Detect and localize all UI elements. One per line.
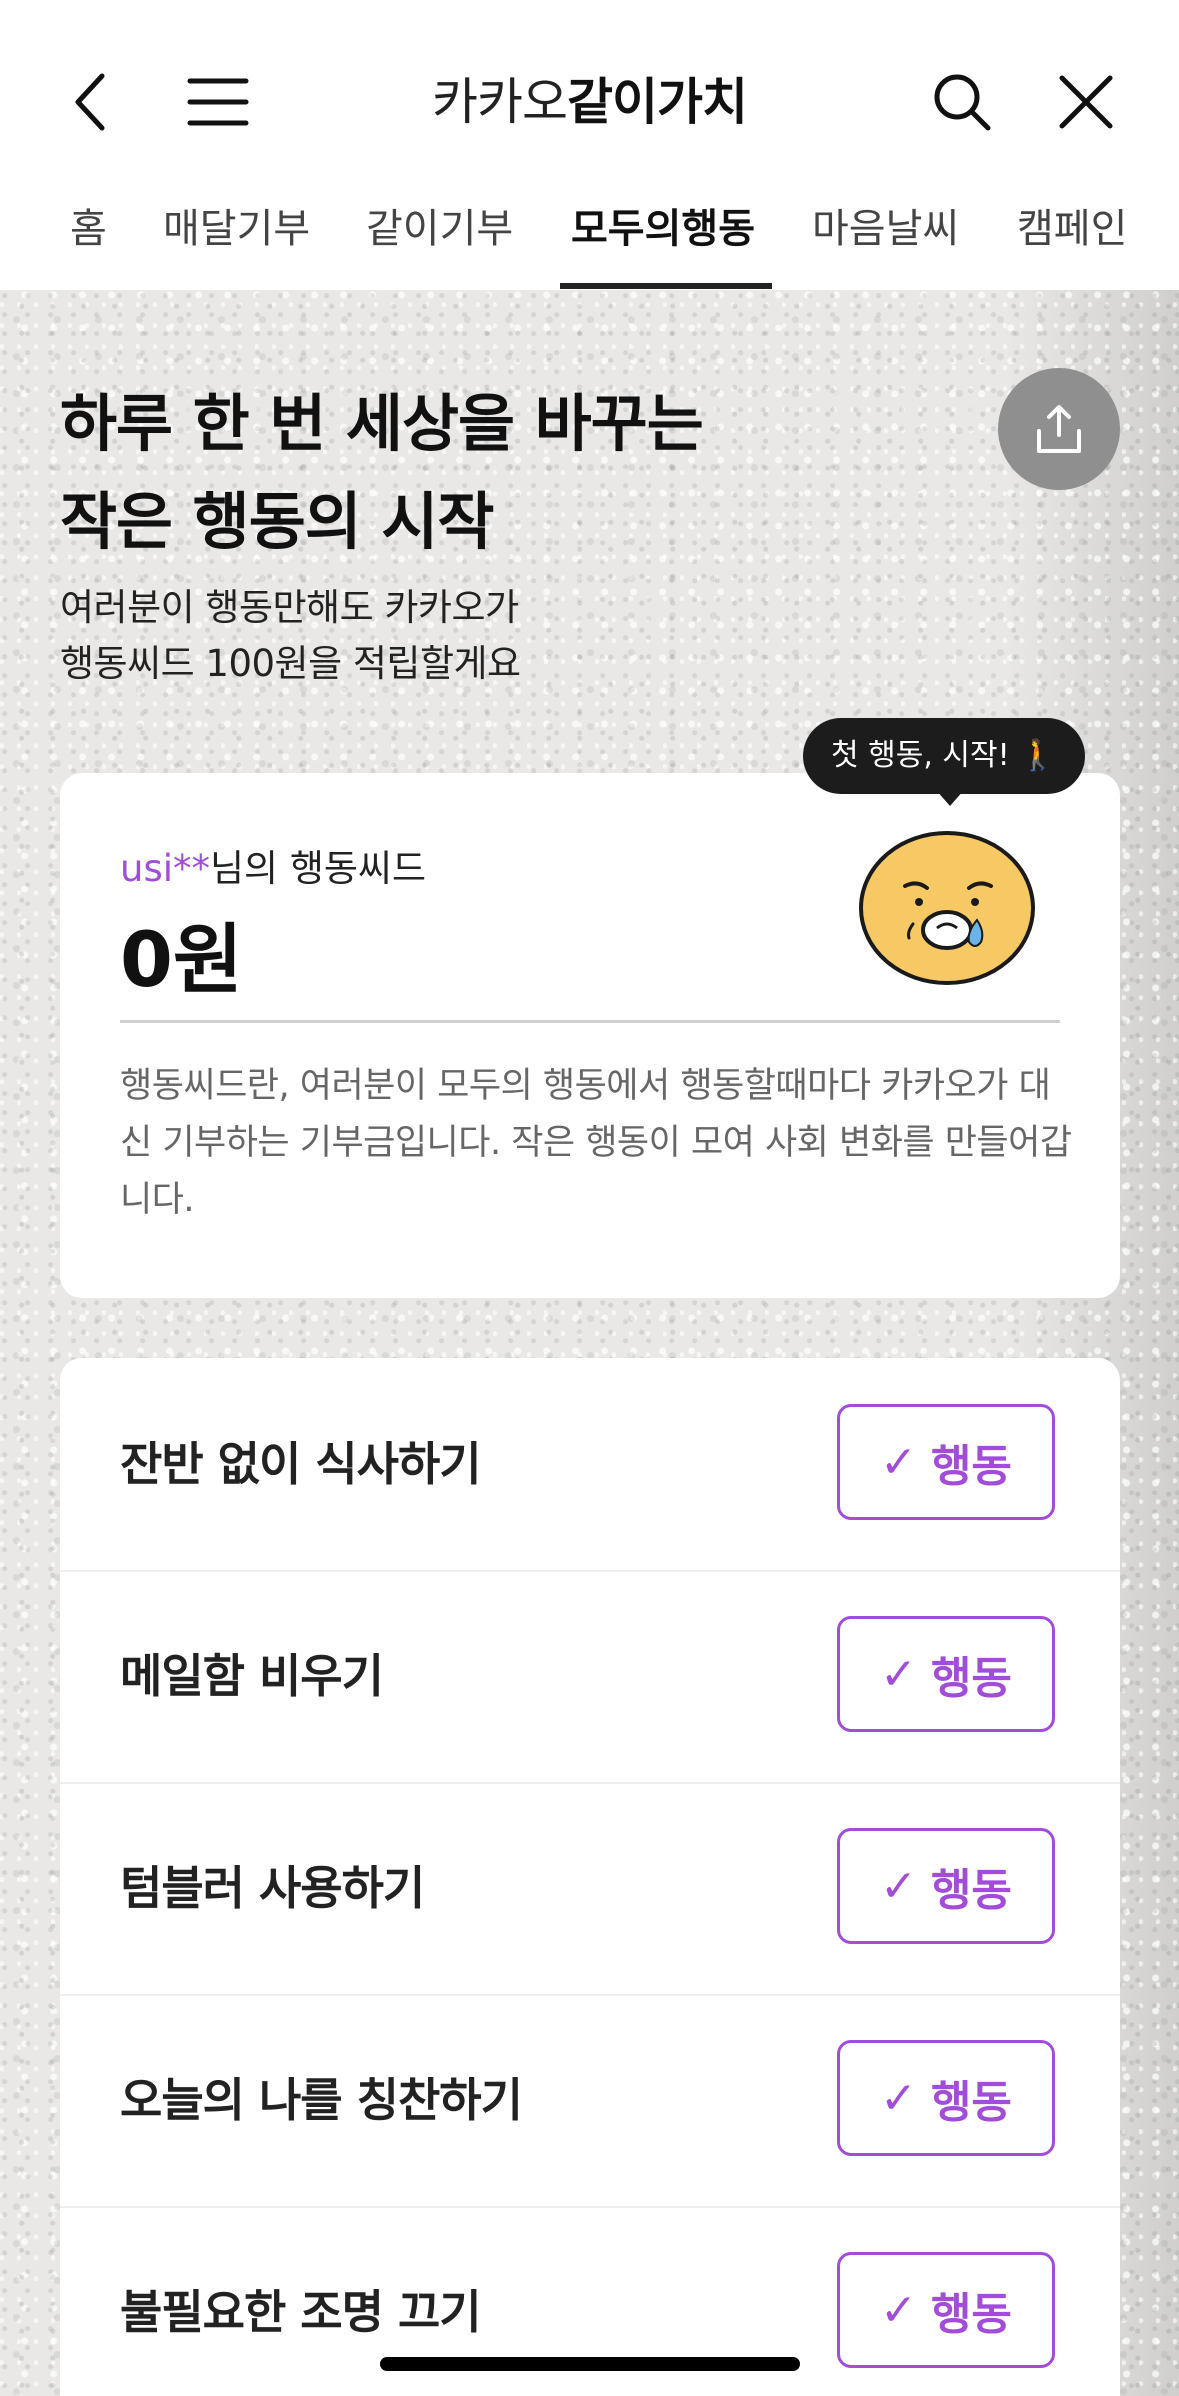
hero-title-line2: 작은 행동의 시작 xyxy=(60,485,494,558)
list-item: 오늘의 나를 칭찬하기 ✓ 행동 xyxy=(60,1994,1120,2208)
action-button-label: 행동 xyxy=(930,2077,1012,2128)
seed-description: 행동씨드란, 여러분이 모두의 행동에서 행동할때마다 카카오가 대신 기부하는… xyxy=(120,1066,1072,1220)
list-item: 잔반 없이 식사하기 ✓ 행동 xyxy=(60,1358,1120,1572)
action-button[interactable]: ✓ 행동 xyxy=(837,1828,1055,1944)
check-icon: ✓ xyxy=(880,1436,917,1488)
share-icon xyxy=(1037,405,1081,453)
action-list: 잔반 없이 식사하기 ✓ 행동 메일함 비우기 ✓ 행동 텀블러 사용하기 ✓ 행동 … xyxy=(60,1358,1120,2396)
hero-desc-line1: 여러분이 행동만해도 카카오가 xyxy=(60,586,519,629)
first-action-tooltip: 첫 행동, 시작! 🚶 xyxy=(803,718,1085,794)
tab-campaign[interactable]: 캠페인 xyxy=(1017,195,1127,290)
tooltip-tail xyxy=(936,790,964,806)
check-icon: ✓ xyxy=(880,2072,917,2124)
crying-face-icon xyxy=(859,831,1035,985)
action-button-label: 행동 xyxy=(930,1865,1012,1916)
seed-amount: 0원 xyxy=(120,915,243,1004)
action-button[interactable]: ✓ 행동 xyxy=(837,1404,1055,1520)
hero-desc-line2: 행동씨드 100원을 적립할게요 xyxy=(60,642,521,685)
share-button[interactable] xyxy=(998,368,1120,490)
seed-divider xyxy=(120,1020,1060,1023)
title-part1: 카카오 xyxy=(432,73,568,131)
check-icon: ✓ xyxy=(880,1648,917,1700)
action-button-label: 행동 xyxy=(930,1653,1012,1704)
close-icon[interactable] xyxy=(1046,62,1126,142)
action-button[interactable]: ✓ 행동 xyxy=(837,1616,1055,1732)
tab-everyones-action[interactable]: 모두의행동 xyxy=(571,195,755,290)
active-tab-indicator xyxy=(560,283,772,289)
tab-together-donation[interactable]: 같이기부 xyxy=(366,195,513,290)
main-content: 하루 한 번 세상을 바꾸는 작은 행동의 시작 여러분이 행동만해도 카카오가… xyxy=(0,290,1179,2396)
tab-home[interactable]: 홈 xyxy=(70,195,107,290)
action-label: 텀블러 사용하기 xyxy=(120,1861,425,1915)
tab-monthly-donation[interactable]: 매달기부 xyxy=(163,195,310,290)
action-label: 오늘의 나를 칭찬하기 xyxy=(120,2073,523,2127)
action-button-label: 행동 xyxy=(930,2289,1012,2340)
tab-bar: 홈 매달기부 같이기부 모두의행동 마음날씨 캠페인 xyxy=(0,195,1179,290)
page-title: 카카오같이가치 xyxy=(0,62,1179,142)
title-part2: 같이가치 xyxy=(567,73,748,131)
list-item: 메일함 비우기 ✓ 행동 xyxy=(60,1570,1120,1784)
top-header: 카카오같이가치 xyxy=(0,0,1179,200)
action-label: 메일함 비우기 xyxy=(120,1649,384,1703)
check-icon: ✓ xyxy=(880,2284,917,2336)
action-label: 잔반 없이 식사하기 xyxy=(120,1437,482,1491)
hero-title-line1: 하루 한 번 세상을 바꾸는 xyxy=(60,387,704,460)
action-button[interactable]: ✓ 행동 xyxy=(837,2252,1055,2368)
tab-mind-weather[interactable]: 마음날씨 xyxy=(812,195,959,290)
action-button-label: 행동 xyxy=(930,1441,1012,1492)
action-seed-card: usi**님의 행동씨드 0원 행동씨드란, 여러분이 모두의 행동에서 행동할… xyxy=(60,773,1120,1298)
check-icon: ✓ xyxy=(880,1860,917,1912)
search-icon[interactable] xyxy=(922,62,1002,142)
seed-label-suffix: 님의 행동씨드 xyxy=(210,847,427,890)
list-item: 텀블러 사용하기 ✓ 행동 xyxy=(60,1782,1120,1996)
hero-title: 하루 한 번 세상을 바꾸는 작은 행동의 시작 xyxy=(60,375,704,571)
action-button[interactable]: ✓ 행동 xyxy=(837,2040,1055,2156)
username: usi** xyxy=(120,847,211,890)
hero-description: 여러분이 행동만해도 카카오가 행동씨드 100원을 적립할게요 xyxy=(60,580,521,692)
home-indicator[interactable] xyxy=(380,2357,800,2371)
seed-label: usi**님의 행동씨드 xyxy=(120,838,426,892)
